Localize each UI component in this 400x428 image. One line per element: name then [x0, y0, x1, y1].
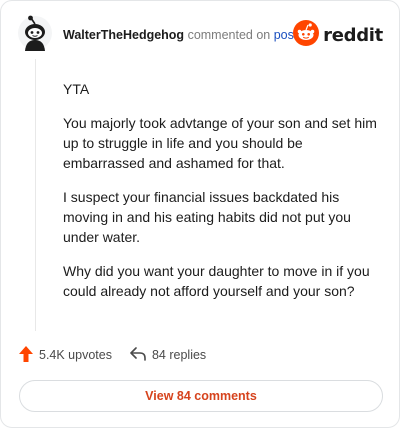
username-link[interactable]: WalterTheHedgehog	[63, 28, 184, 42]
comment-body: YTA You majorly took advtange of your so…	[63, 79, 381, 315]
snoo-avatar-icon[interactable]	[17, 15, 53, 51]
reddit-wordmark: reddit	[323, 24, 383, 46]
upvote-button[interactable]: 5.4K upvotes	[19, 345, 112, 365]
upvote-count: 5.4K upvotes	[39, 348, 112, 362]
thread-line	[35, 59, 36, 331]
comment-meta: WalterTheHedgehog commented on post	[63, 27, 297, 43]
comment-paragraph: I suspect your financial issues backdate…	[63, 189, 351, 245]
reply-arrow-icon	[130, 346, 152, 364]
reddit-logo-icon	[293, 19, 320, 51]
upvote-arrow-icon	[19, 345, 39, 365]
comment-card: WalterTheHedgehog commented on post redd	[0, 0, 400, 428]
comment-header: WalterTheHedgehog commented on post redd	[17, 15, 383, 55]
comment-actions: 5.4K upvotes 84 replies	[19, 345, 224, 365]
reddit-logo[interactable]: reddit	[293, 19, 383, 51]
comment-paragraph: You majorly took advtange of your son an…	[63, 115, 377, 171]
replies-button[interactable]: 84 replies	[130, 346, 207, 364]
commented-on-label: commented on	[187, 28, 271, 42]
replies-count: 84 replies	[151, 348, 207, 362]
view-comments-button[interactable]: View 84 comments	[19, 380, 383, 412]
comment-paragraph: YTA	[63, 81, 90, 97]
comment-paragraph: Why did you want your daughter to move i…	[63, 263, 370, 299]
